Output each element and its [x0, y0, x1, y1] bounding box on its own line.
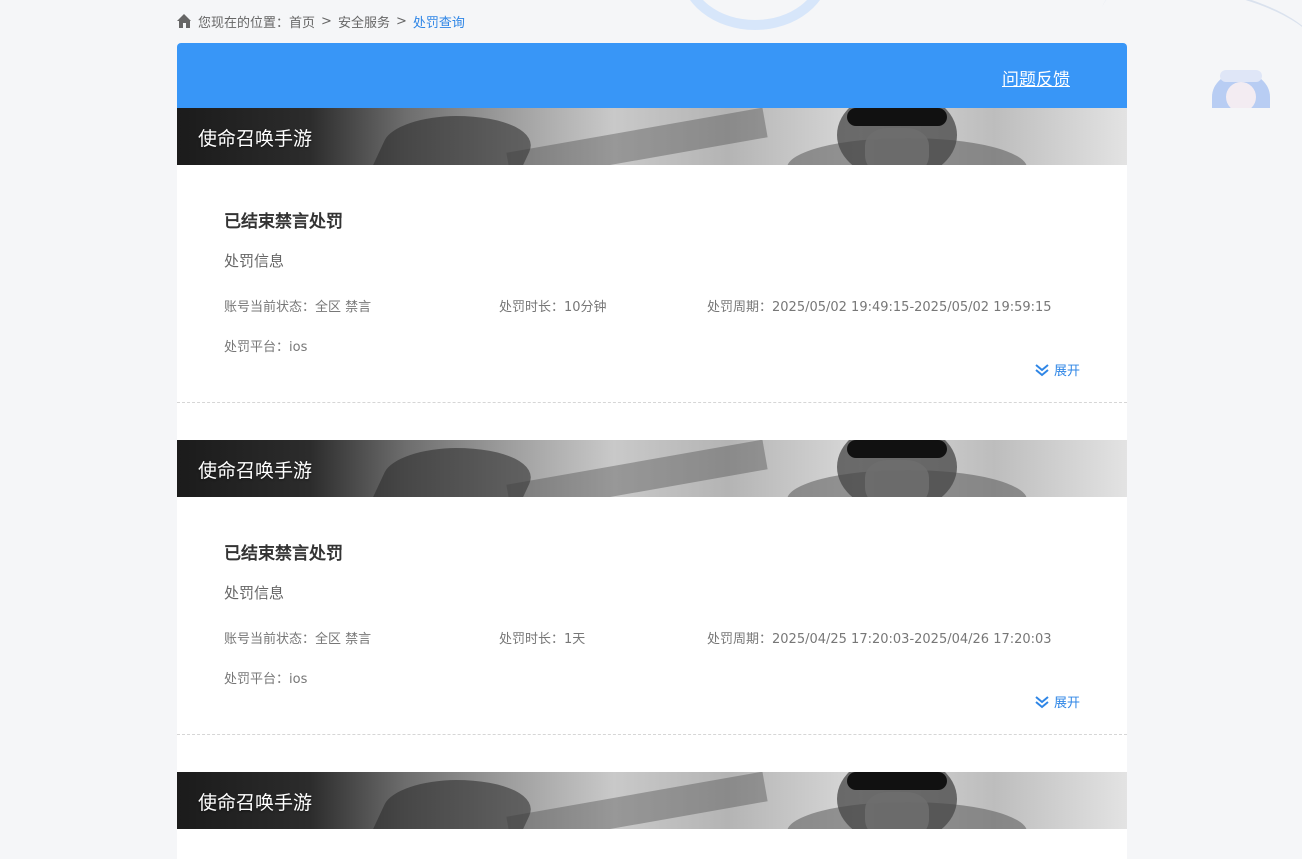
punishment-record: 已结束禁言处罚 处罚信息 账号当前状态：全区 禁言 处罚时长：10分钟 处罚周期… [177, 165, 1127, 403]
game-name: 使命召唤手游 [198, 128, 313, 150]
header-bar: 问题反馈 [177, 43, 1127, 108]
game-name: 使命召唤手游 [198, 792, 313, 814]
double-chevron-down-icon [1035, 363, 1049, 376]
breadcrumb-separator: > [395, 13, 407, 29]
punishment-period: 处罚周期：2025/05/02 19:49:15-2025/05/02 19:5… [707, 300, 1052, 315]
background-decoration-ring [680, 0, 830, 30]
page: 您现在的位置： 首页 > 安全服务 > 处罚查询 问题反馈 使命召唤手游 已结束… [0, 0, 1302, 859]
game-banner: 使命召唤手游 [177, 440, 1127, 497]
punishment-platform: 处罚平台：ios [224, 672, 308, 687]
account-status: 账号当前状态：全区 禁言 [224, 300, 372, 315]
punishment-duration: 处罚时长：1天 [499, 632, 586, 647]
info-heading: 处罚信息 [224, 252, 285, 270]
game-banner: 使命召唤手游 [177, 772, 1127, 829]
punishment-record: 已结束禁言处罚 处罚信息 账号当前状态：全区 禁言 处罚时长：1天 处罚周期：2… [177, 497, 1127, 735]
breadcrumb-current: 处罚查询 [412, 15, 465, 31]
account-status: 账号当前状态：全区 禁言 [224, 632, 372, 647]
breadcrumb-security-link[interactable]: 安全服务 [338, 12, 390, 31]
punishment-duration: 处罚时长：10分钟 [499, 300, 607, 315]
home-icon [177, 14, 192, 28]
game-name: 使命召唤手游 [198, 460, 313, 482]
record-title: 已结束禁言处罚 [224, 212, 343, 232]
feedback-link[interactable]: 问题反馈 [1002, 65, 1070, 90]
expand-button[interactable]: 展开 [1034, 360, 1080, 379]
expand-label: 展开 [1053, 364, 1080, 379]
double-chevron-down-icon [1035, 695, 1049, 708]
breadcrumb-home-link[interactable]: 首页 [289, 12, 315, 31]
breadcrumb: 您现在的位置： 首页 > 安全服务 > 处罚查询 [177, 12, 465, 31]
punishment-platform: 处罚平台：ios [224, 340, 308, 355]
punishment-period: 处罚周期：2025/04/25 17:20:03-2025/04/26 17:2… [707, 632, 1052, 647]
breadcrumb-separator: > [321, 13, 332, 29]
info-heading: 处罚信息 [224, 584, 285, 602]
punishment-list-panel: 问题反馈 使命召唤手游 已结束禁言处罚 处罚信息 账号当前状态：全区 禁言 处罚… [177, 43, 1127, 859]
record-title: 已结束禁言处罚 [224, 544, 343, 564]
game-banner: 使命召唤手游 [177, 108, 1127, 165]
expand-button[interactable]: 展开 [1034, 692, 1080, 711]
expand-label: 展开 [1053, 696, 1080, 711]
mascot-image[interactable] [1206, 66, 1276, 108]
breadcrumb-prefix: 您现在的位置： [198, 15, 290, 31]
